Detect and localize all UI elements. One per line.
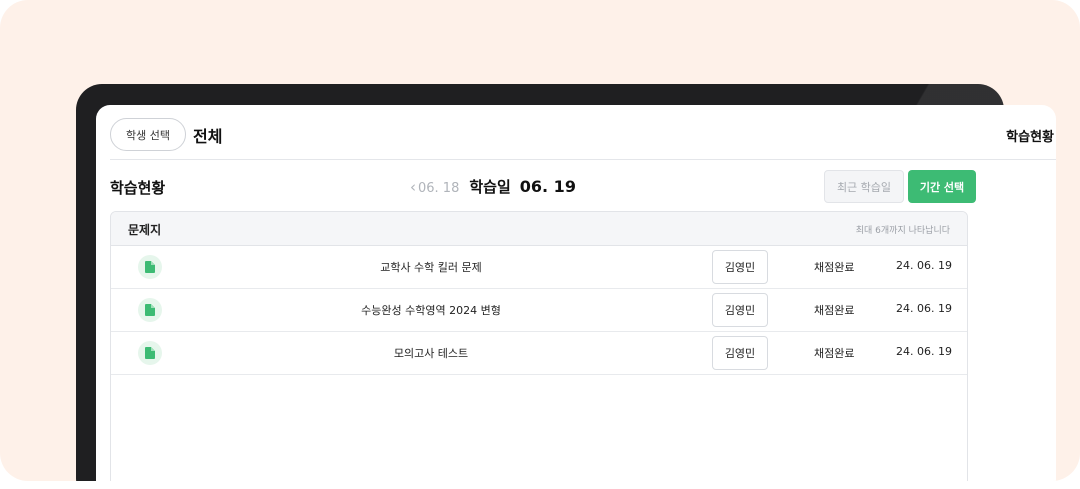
table-header: 문제지 최대 6개까지 나타납니다 — [111, 212, 967, 246]
header-divider — [110, 159, 1056, 160]
page-title: 학습현황 — [1006, 130, 1054, 145]
document-icon — [138, 255, 162, 279]
teacher-button[interactable]: 김영민 — [712, 336, 768, 370]
worksheet-title[interactable]: 교학사 수학 킬러 문제 — [181, 259, 681, 275]
tablet-screen: 학생 선택 전체 학습현황 학습현황 ‹ 06. 18 학습일 06. 19 최… — [96, 105, 1056, 481]
worksheet-table: 문제지 최대 6개까지 나타납니다 교학사 수학 킬러 문제 김영민 채점완료 … — [110, 211, 968, 481]
worksheet-title[interactable]: 모의고사 테스트 — [181, 345, 681, 361]
scope-title: 전체 — [193, 127, 223, 146]
teacher-button[interactable]: 김영민 — [712, 293, 768, 327]
prev-date-link[interactable]: 06. 18 — [418, 181, 459, 196]
date-label: 학습일 — [469, 178, 511, 196]
backdrop: 학생 선택 전체 학습현황 학습현황 ‹ 06. 18 학습일 06. 19 최… — [0, 0, 1080, 481]
tablet-frame: 학생 선택 전체 학습현황 학습현황 ‹ 06. 18 학습일 06. 19 최… — [76, 84, 1056, 481]
top-bar: 학생 선택 전체 학습현황 — [110, 118, 1056, 152]
student-select-button[interactable]: 학생 선택 — [110, 118, 186, 151]
table-row[interactable]: 교학사 수학 킬러 문제 김영민 채점완료 24. 06. 19 — [111, 246, 967, 289]
table-row[interactable]: 수능완성 수학영역 2024 변형 김영민 채점완료 24. 06. 19 — [111, 289, 967, 332]
table-header-title: 문제지 — [128, 223, 162, 237]
table-row[interactable]: 모의고사 테스트 김영민 채점완료 24. 06. 19 — [111, 332, 967, 375]
grading-status: 채점완료 — [814, 261, 855, 274]
current-date: 06. 19 — [519, 177, 576, 196]
section-title: 학습현황 — [110, 179, 166, 197]
chevron-left-icon[interactable]: ‹ — [410, 178, 416, 196]
teacher-button[interactable]: 김영민 — [712, 250, 768, 284]
grading-status: 채점완료 — [814, 304, 855, 317]
document-icon — [138, 298, 162, 322]
row-date: 24. 06. 19 — [896, 259, 952, 272]
document-icon — [138, 341, 162, 365]
date-navigator: ‹ 06. 18 학습일 06. 19 — [410, 176, 576, 197]
table-header-note: 최대 6개까지 나타납니다 — [855, 226, 950, 236]
row-date: 24. 06. 19 — [896, 345, 952, 358]
row-date: 24. 06. 19 — [896, 302, 952, 315]
grading-status: 채점완료 — [814, 347, 855, 360]
worksheet-title[interactable]: 수능완성 수학영역 2024 변형 — [181, 302, 681, 318]
period-select-button[interactable]: 기간 선택 — [908, 170, 976, 203]
recent-study-day-button[interactable]: 최근 학습일 — [824, 170, 904, 203]
